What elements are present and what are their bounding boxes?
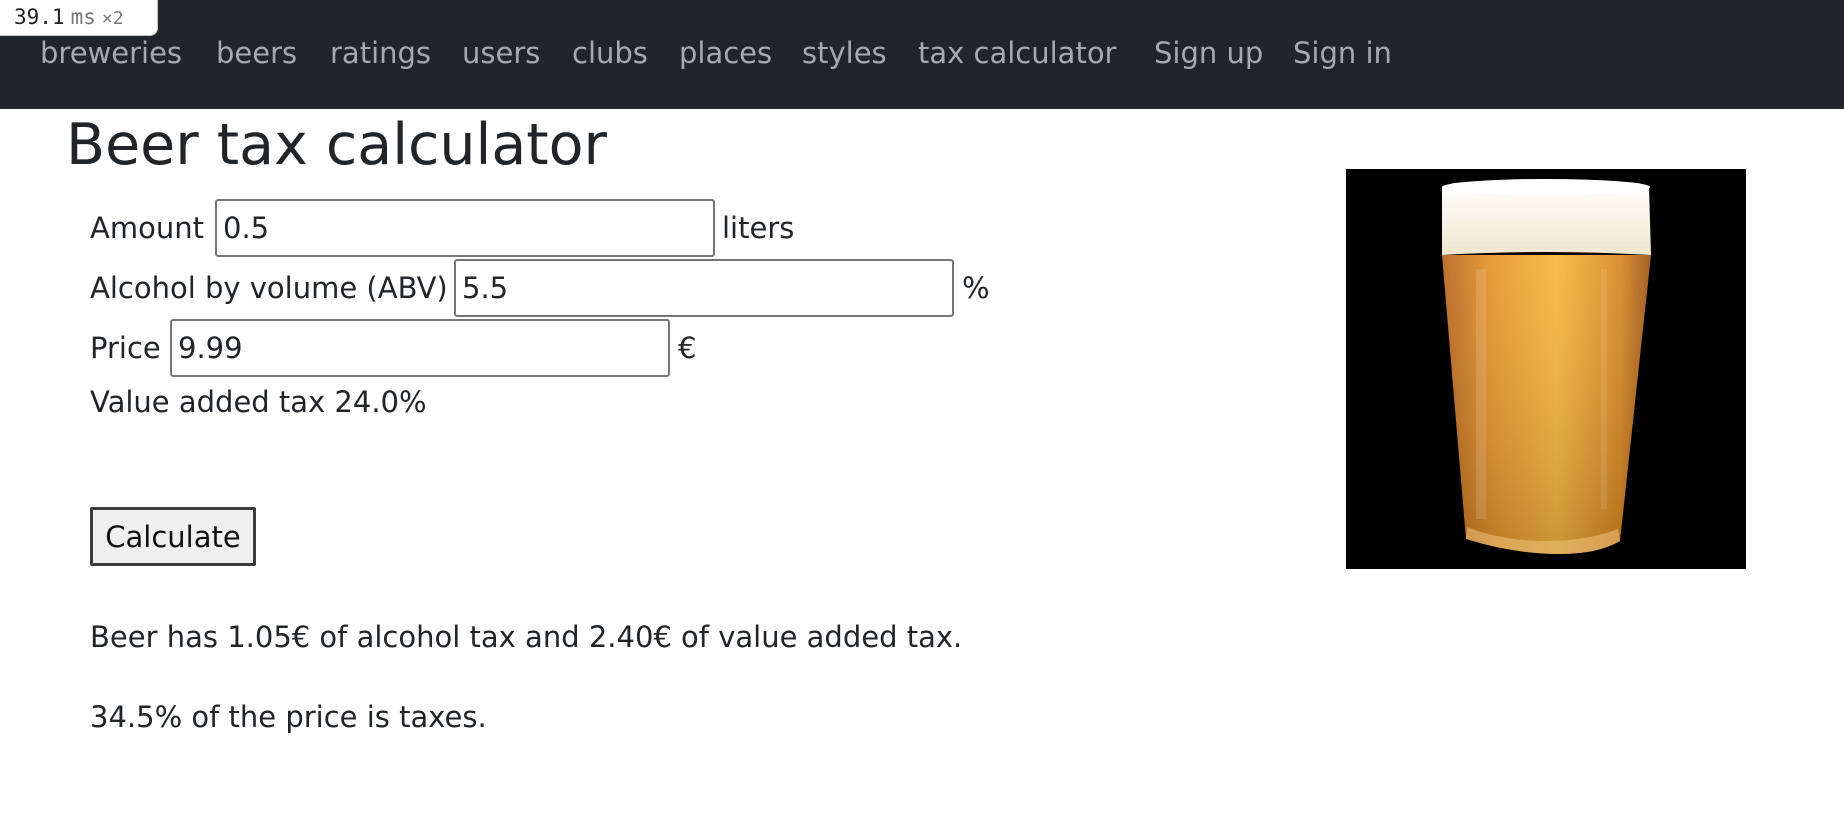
nav-tax-calculator[interactable]: tax calculator	[918, 34, 1116, 72]
abv-label: Alcohol by volume (ABV)	[90, 271, 448, 305]
perf-unit: ms	[70, 5, 96, 29]
result-tax-amounts: Beer has 1.05€ of alcohol tax and 2.40€ …	[90, 620, 963, 654]
nav-clubs[interactable]: clubs	[572, 34, 648, 72]
perf-multiplier: ×2	[101, 8, 124, 29]
beer-glass-image	[1346, 169, 1746, 569]
amount-unit: liters	[722, 211, 795, 245]
top-navbar: breweries beers ratings users clubs plac…	[0, 0, 1844, 109]
abv-unit: %	[962, 271, 990, 305]
calculate-button[interactable]: Calculate	[90, 507, 256, 566]
abv-field[interactable]	[454, 259, 954, 317]
price-label: Price	[90, 331, 161, 365]
nav-sign-in[interactable]: Sign in	[1293, 34, 1392, 72]
nav-beers[interactable]: beers	[216, 34, 297, 72]
price-unit: €	[678, 331, 697, 365]
result-tax-share: 34.5% of the price is taxes.	[90, 700, 487, 734]
nav-users[interactable]: users	[462, 34, 540, 72]
nav-breweries[interactable]: breweries	[40, 34, 182, 72]
beer-glass-icon	[1346, 169, 1746, 569]
page-title: Beer tax calculator	[66, 112, 607, 178]
nav-styles[interactable]: styles	[802, 34, 887, 72]
amount-label: Amount	[90, 211, 204, 245]
performance-badge: 39.1 ms ×2	[0, 0, 158, 36]
nav-places[interactable]: places	[679, 34, 772, 72]
amount-field[interactable]	[215, 199, 715, 257]
nav-ratings[interactable]: ratings	[330, 34, 431, 72]
vat-text: Value added tax 24.0%	[90, 385, 427, 419]
nav-sign-up[interactable]: Sign up	[1154, 34, 1263, 72]
price-field[interactable]	[170, 319, 670, 377]
perf-value: 39.1	[14, 5, 65, 29]
